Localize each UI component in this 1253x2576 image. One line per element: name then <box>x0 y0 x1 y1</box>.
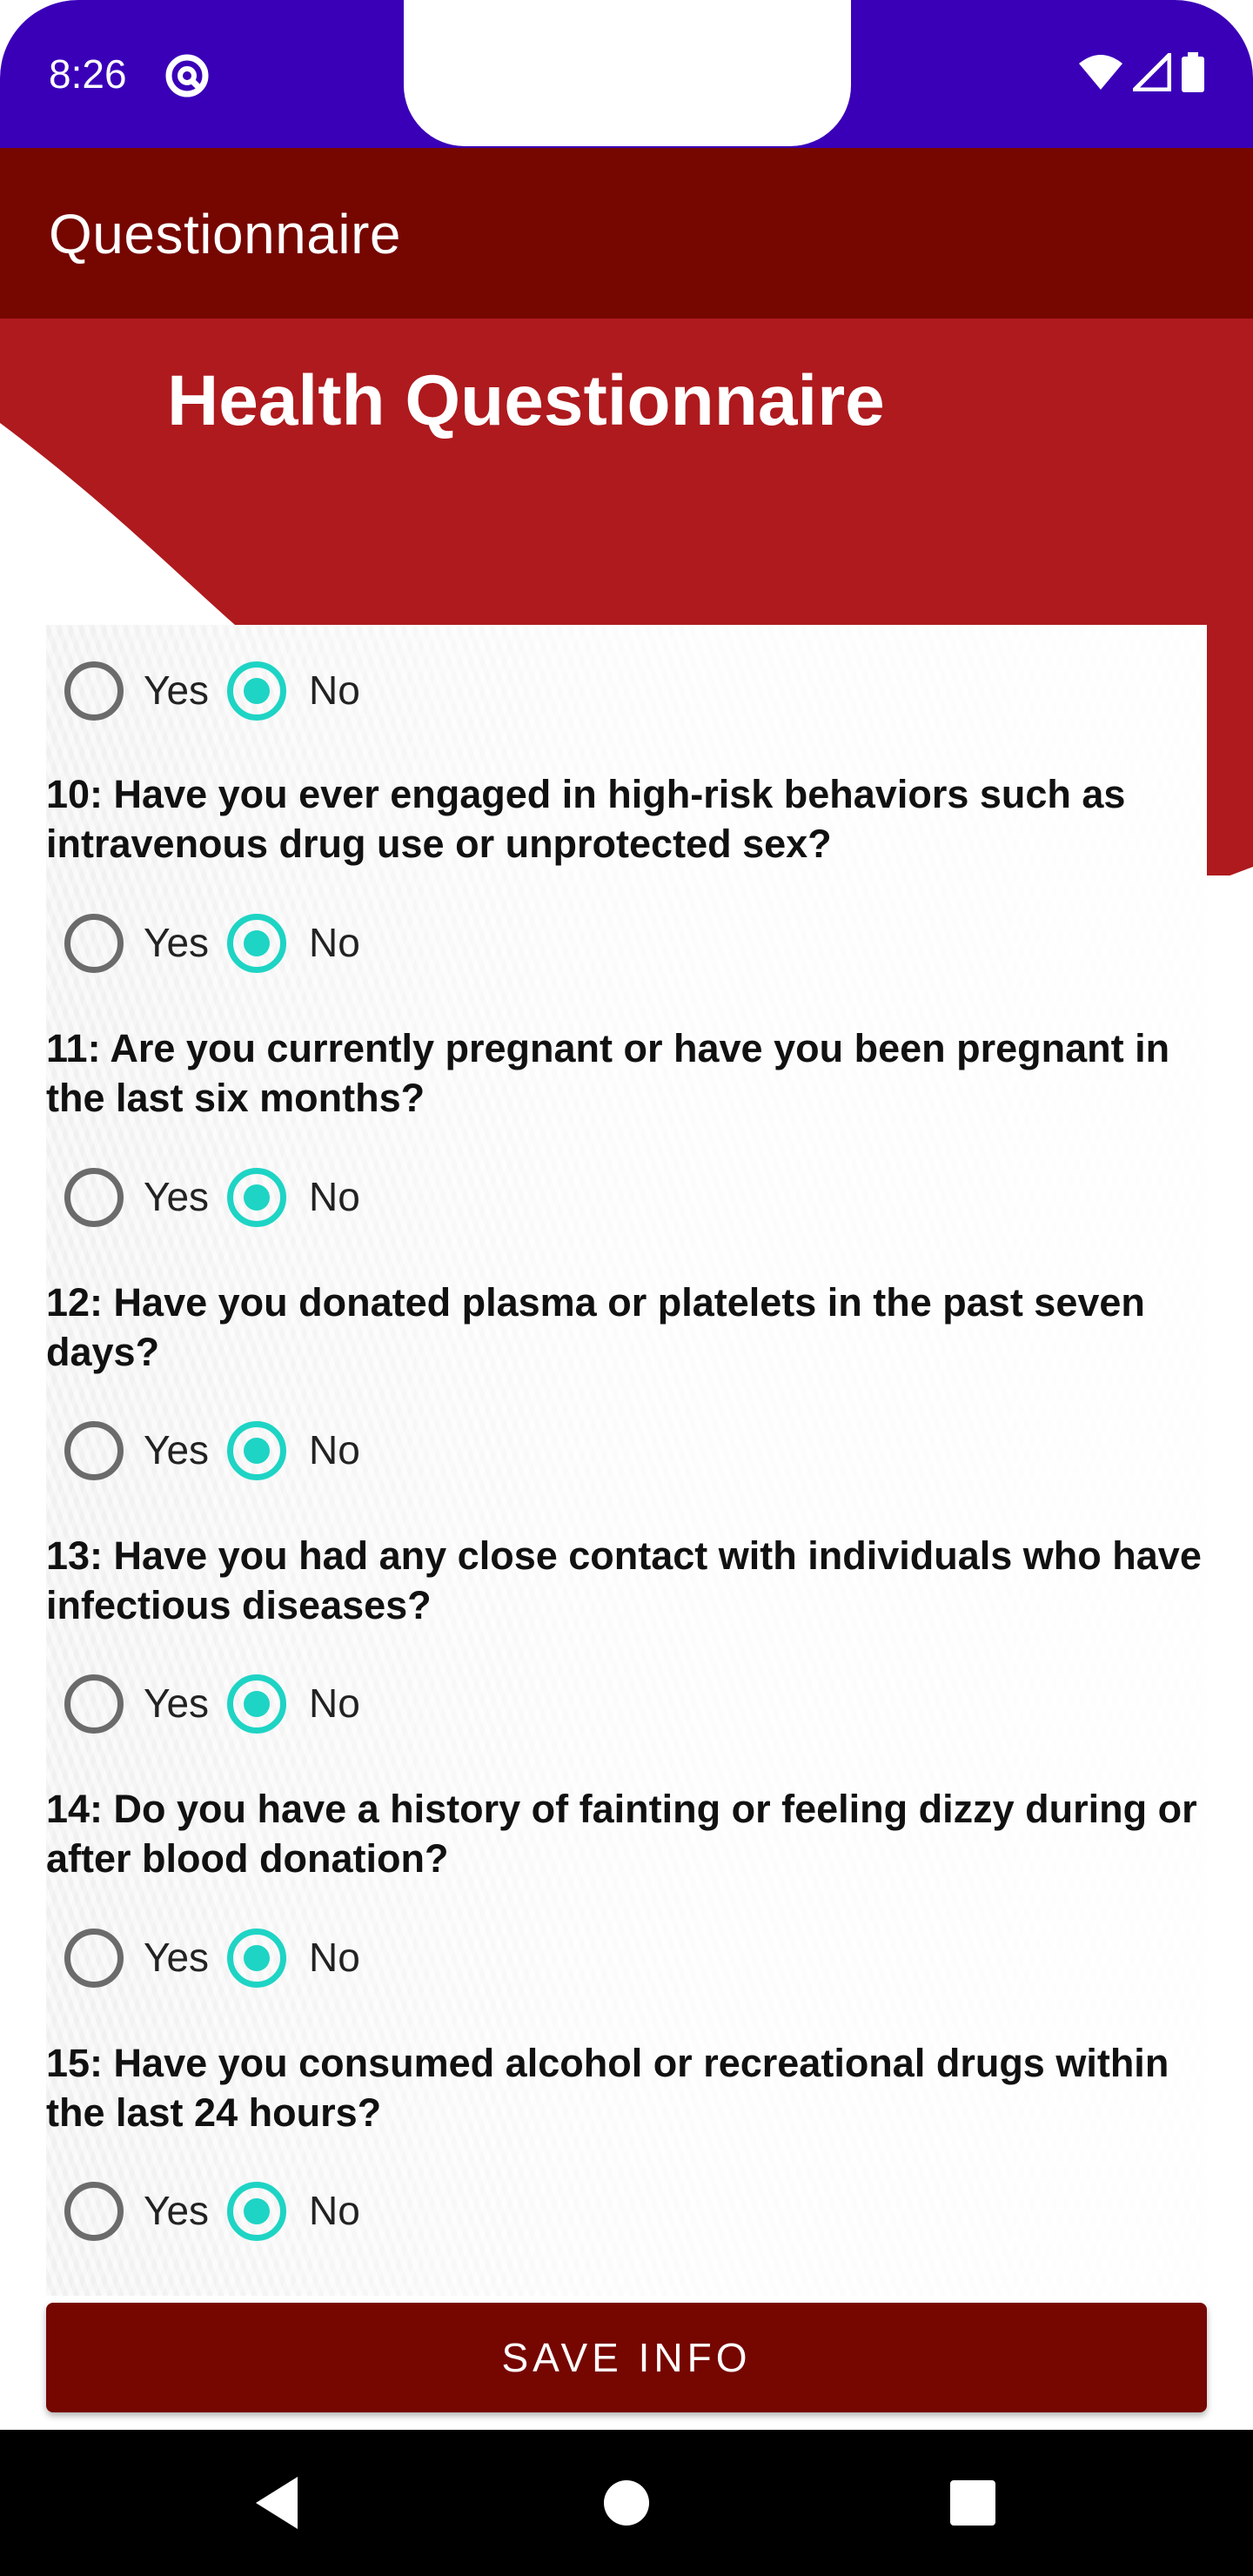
cellular-icon <box>1133 53 1171 91</box>
back-icon[interactable] <box>245 2470 312 2536</box>
radio-yes-label: Yes <box>144 920 210 965</box>
radio-yes-label: Yes <box>144 1680 210 1726</box>
question-11-options: Yes No <box>46 1168 568 1246</box>
recents-icon[interactable] <box>940 2470 1006 2536</box>
radio-no[interactable] <box>227 1421 286 1480</box>
save-info-button[interactable]: SAVE INFO <box>46 2303 1207 2412</box>
wifi-icon <box>1079 55 1122 90</box>
camera-notch <box>404 0 851 146</box>
home-icon[interactable] <box>593 2470 660 2536</box>
question-text: 10: Have you ever engaged in high-risk b… <box>46 772 1126 866</box>
question-text: 13: Have you had any close contact with … <box>46 1533 1202 1627</box>
radio-yes[interactable] <box>64 661 124 721</box>
radio-yes[interactable] <box>64 2182 124 2241</box>
questionnaire-card: Yes No 10: Have you ever engaged in high… <box>46 625 1207 2296</box>
radio-yes-label: Yes <box>144 667 210 713</box>
radio-yes-label: Yes <box>144 2188 210 2233</box>
radio-yes[interactable] <box>64 1929 124 1988</box>
radio-yes-label: Yes <box>144 1427 210 1472</box>
radio-yes-label: Yes <box>144 1935 210 1980</box>
question-15-options: Yes No <box>46 2182 568 2260</box>
radio-yes[interactable] <box>64 1421 124 1480</box>
question-12-options: Yes No <box>46 1421 568 1499</box>
radio-no[interactable] <box>227 2182 286 2241</box>
radio-no[interactable] <box>227 914 286 973</box>
radio-no-label: No <box>309 1174 360 1219</box>
question-9-options: Yes No <box>46 661 568 740</box>
radio-no-label: No <box>309 667 360 713</box>
question-text: 15: Have you consumed alcohol or recreat… <box>46 2041 1169 2135</box>
radio-no[interactable] <box>227 1674 286 1734</box>
page-title: Health Questionnaire <box>167 361 885 440</box>
radio-no[interactable] <box>227 1168 286 1227</box>
radio-yes[interactable] <box>64 1168 124 1227</box>
radio-no[interactable] <box>227 661 286 721</box>
question-13-options: Yes No <box>46 1674 568 1753</box>
radio-no-label: No <box>309 1680 360 1726</box>
radio-yes-label: Yes <box>144 1174 210 1219</box>
radio-yes[interactable] <box>64 914 124 973</box>
question-text: 14: Do you have a history of fainting or… <box>46 1787 1197 1881</box>
system-nav-bar <box>0 2430 1253 2576</box>
radio-no-label: No <box>309 1427 360 1472</box>
radio-no[interactable] <box>227 1929 286 1988</box>
app-bar-title: Questionnaire <box>49 203 401 265</box>
app-bar: Questionnaire <box>0 148 1253 319</box>
radio-no-label: No <box>309 920 360 965</box>
app-notification-icon <box>165 54 209 97</box>
save-info-label: SAVE INFO <box>501 2335 752 2380</box>
battery-icon <box>1182 52 1204 92</box>
radio-yes[interactable] <box>64 1674 124 1734</box>
question-text: 11: Are you currently pregnant or have y… <box>46 1026 1170 1120</box>
radio-no-label: No <box>309 1935 360 1980</box>
radio-no-label: No <box>309 2188 360 2233</box>
question-14-options: Yes No <box>46 1929 568 2007</box>
question-10-options: Yes No <box>46 914 568 992</box>
question-text: 12: Have you donated plasma or platelets… <box>46 1280 1145 1374</box>
status-time: 8:26 <box>49 51 127 97</box>
